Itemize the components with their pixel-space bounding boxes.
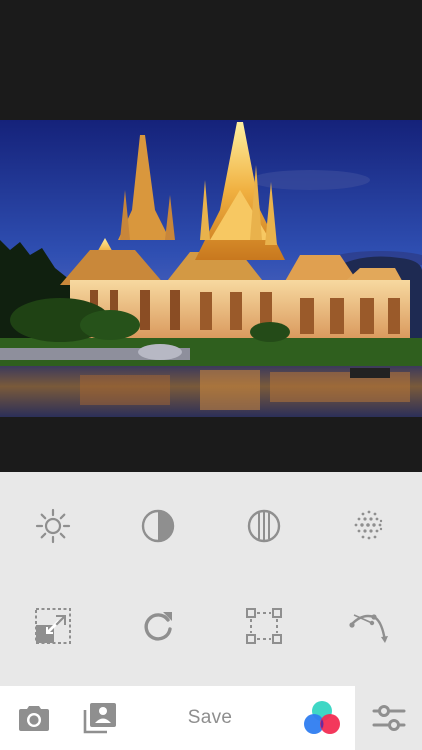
photo-preview-area bbox=[0, 0, 422, 472]
save-button-label: Save bbox=[187, 707, 233, 728]
transform-tool-button[interactable] bbox=[234, 596, 294, 656]
brightness-tool-button[interactable] bbox=[23, 496, 83, 556]
camera-icon bbox=[19, 706, 49, 731]
curve-path-icon bbox=[349, 614, 388, 643]
sliders-icon bbox=[372, 705, 405, 731]
adjustment-tools-panel bbox=[0, 472, 422, 686]
vignette-tool-button[interactable] bbox=[339, 496, 399, 556]
photo-library-button[interactable] bbox=[74, 686, 126, 750]
transform-corners-icon bbox=[246, 608, 282, 644]
striped-circle-icon bbox=[247, 509, 281, 543]
rotate-icon bbox=[144, 612, 172, 641]
sun-icon bbox=[35, 508, 71, 544]
color-filters-button[interactable] bbox=[296, 686, 348, 750]
adjust-tools-button[interactable] bbox=[355, 686, 422, 750]
crop-expand-icon bbox=[35, 608, 71, 644]
photo-library-icon bbox=[83, 703, 116, 734]
curves-tool-button[interactable] bbox=[339, 596, 399, 656]
edited-photo[interactable] bbox=[0, 120, 422, 417]
crop-tool-button[interactable] bbox=[23, 596, 83, 656]
temple-photo-image bbox=[0, 120, 422, 417]
saturation-tool-button[interactable] bbox=[234, 496, 294, 556]
half-circle-icon bbox=[141, 509, 175, 543]
save-button[interactable]: Save bbox=[160, 686, 260, 750]
rotate-tool-button[interactable] bbox=[128, 596, 188, 656]
bottom-toolbar: Save bbox=[0, 686, 422, 750]
dotted-circle-icon bbox=[354, 510, 383, 540]
color-filters-icon bbox=[304, 701, 340, 734]
camera-button[interactable] bbox=[8, 686, 60, 750]
contrast-tool-button[interactable] bbox=[128, 496, 188, 556]
